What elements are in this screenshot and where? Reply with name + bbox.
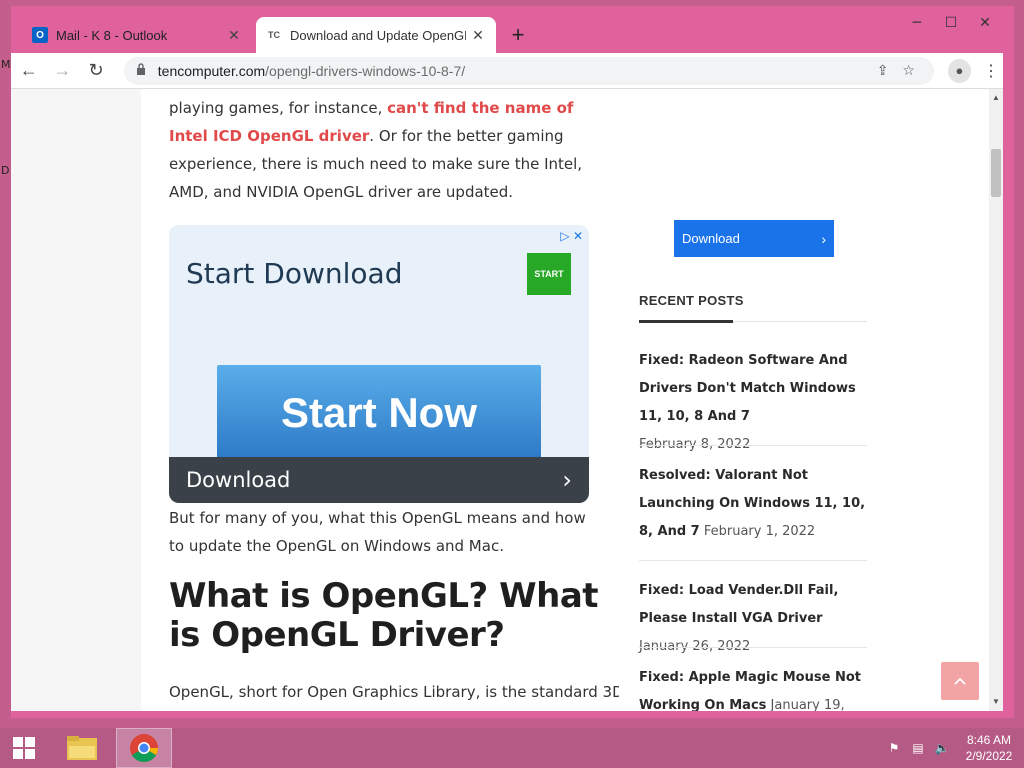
desktop-icon-label: M [1,58,11,71]
taskbar-file-explorer[interactable] [54,728,110,768]
url-domain: tencomputer.com [157,62,266,79]
chevron-up-icon [954,677,966,685]
window-controls: ─ ☐ ✕ [900,12,1002,34]
reload-button[interactable]: ↻ [80,57,112,85]
minimize-button[interactable]: ─ [900,12,934,34]
taskbar-chrome[interactable] [116,728,172,768]
back-to-top-button[interactable] [941,662,979,700]
adchoices-icon[interactable]: ▷ ✕ [560,229,583,243]
chrome-icon [130,734,158,762]
windows-logo-icon [13,737,35,759]
divider [639,647,867,648]
scrollbar-thumb[interactable] [991,149,1001,197]
tab-outlook[interactable]: O Mail - K 8 - Outlook ✕ [22,17,252,53]
vertical-scrollbar[interactable]: ▲ ▼ [989,89,1003,711]
advertisement[interactable]: ▷ ✕ Start Download START Start Now Downl… [169,225,589,503]
recent-post: Fixed: Radeon Software And Drivers Don't… [639,347,867,459]
intro-text: playing games, for instance, [169,99,388,117]
divider [639,560,867,561]
divider [639,445,867,446]
sidebar-download-button[interactable]: Download › [674,220,834,257]
close-window-button[interactable]: ✕ [968,12,1002,34]
outlook-icon: O [32,27,48,43]
back-button[interactable]: ← [13,57,45,85]
scroll-up-arrow-icon[interactable]: ▲ [989,91,1003,105]
tab-strip: O Mail - K 8 - Outlook ✕ TC Download and… [22,17,532,53]
ad-download-bar[interactable]: Download › [169,457,589,503]
network-icon[interactable]: ▤ [906,741,930,755]
clock[interactable]: 8:46 AM 2/9/2022 [954,732,1024,764]
close-icon[interactable]: ✕ [470,27,486,44]
menu-icon[interactable]: ⋮ [979,61,1003,81]
tab-opengl[interactable]: TC Download and Update OpenGL D ✕ [256,17,496,53]
ad-start-badge[interactable]: START [527,253,571,295]
recent-post: Resolved: Valorant Not Launching On Wind… [639,462,867,546]
clock-date: 2/9/2022 [965,749,1013,763]
body-paragraph: OpenGL, short for Open Graphics Library,… [169,683,624,701]
maximize-button[interactable]: ☐ [934,12,968,34]
browser-toolbar: ← → ↻ tencomputer.com/opengl-drivers-win… [11,53,1003,89]
close-icon[interactable]: ✕ [226,27,242,44]
clock-time: 8:46 AM [966,733,1012,747]
tab-title: Download and Update OpenGL D [290,27,466,43]
download-label: Download [682,231,740,246]
start-button[interactable] [0,728,48,768]
tab-title: Mail - K 8 - Outlook [56,27,168,43]
volume-muted-icon[interactable]: 🔈 [930,741,954,755]
lock-icon[interactable] [136,63,148,78]
desktop-icon-label: D [1,164,10,177]
intro-paragraph: playing games, for instance, can't find … [169,94,599,206]
section-heading: What is OpenGL? What is OpenGL Driver? [169,576,599,655]
share-icon[interactable]: ⇪ [870,62,896,79]
recent-posts-title: RECENT POSTS [639,293,744,308]
system-tray: ⚑ ▤ 🔈 8:46 AM 2/9/2022 [882,728,1024,768]
article-column: playing games, for instance, can't find … [141,89,624,711]
recent-post-link[interactable]: Fixed: Load Vender.Dll Fail, Please Inst… [639,583,838,626]
ad-start-now-button[interactable]: Start Now [217,365,541,461]
folder-icon [67,736,97,760]
ad-headline: Start Download [186,257,403,290]
page-viewport: playing games, for instance, can't find … [11,89,989,711]
profile-avatar-icon[interactable]: ● [947,58,972,83]
chevron-right-icon: › [562,466,572,494]
address-bar[interactable]: tencomputer.com/opengl-drivers-windows-1… [123,56,934,85]
body-paragraph: But for many of you, what this OpenGL me… [169,509,586,555]
recent-post-link[interactable]: Fixed: Radeon Software And Drivers Don't… [639,353,856,424]
scroll-down-arrow-icon[interactable]: ▼ [989,695,1003,709]
ad-download-label: Download [186,468,291,492]
new-tab-button[interactable]: + [504,21,532,49]
recent-post: Fixed: Load Vender.Dll Fail, Please Inst… [639,577,867,661]
divider-accent [639,320,733,323]
taskbar: ⚑ ▤ 🔈 8:46 AM 2/9/2022 [0,728,1024,768]
sidebar: Download › RECENT POSTS Fixed: Radeon So… [619,89,989,711]
post-date: February 1, 2022 [703,524,816,539]
recent-post: Fixed: Apple Magic Mouse Not Working On … [639,664,867,711]
site-favicon-icon: TC [268,30,280,40]
chevron-right-icon: › [821,230,826,247]
action-center-flag-icon[interactable]: ⚑ [882,741,906,755]
forward-button[interactable]: → [47,57,79,85]
bookmark-star-icon[interactable]: ☆ [896,62,922,79]
url-path: /opengl-drivers-windows-10-8-7/ [265,62,466,79]
